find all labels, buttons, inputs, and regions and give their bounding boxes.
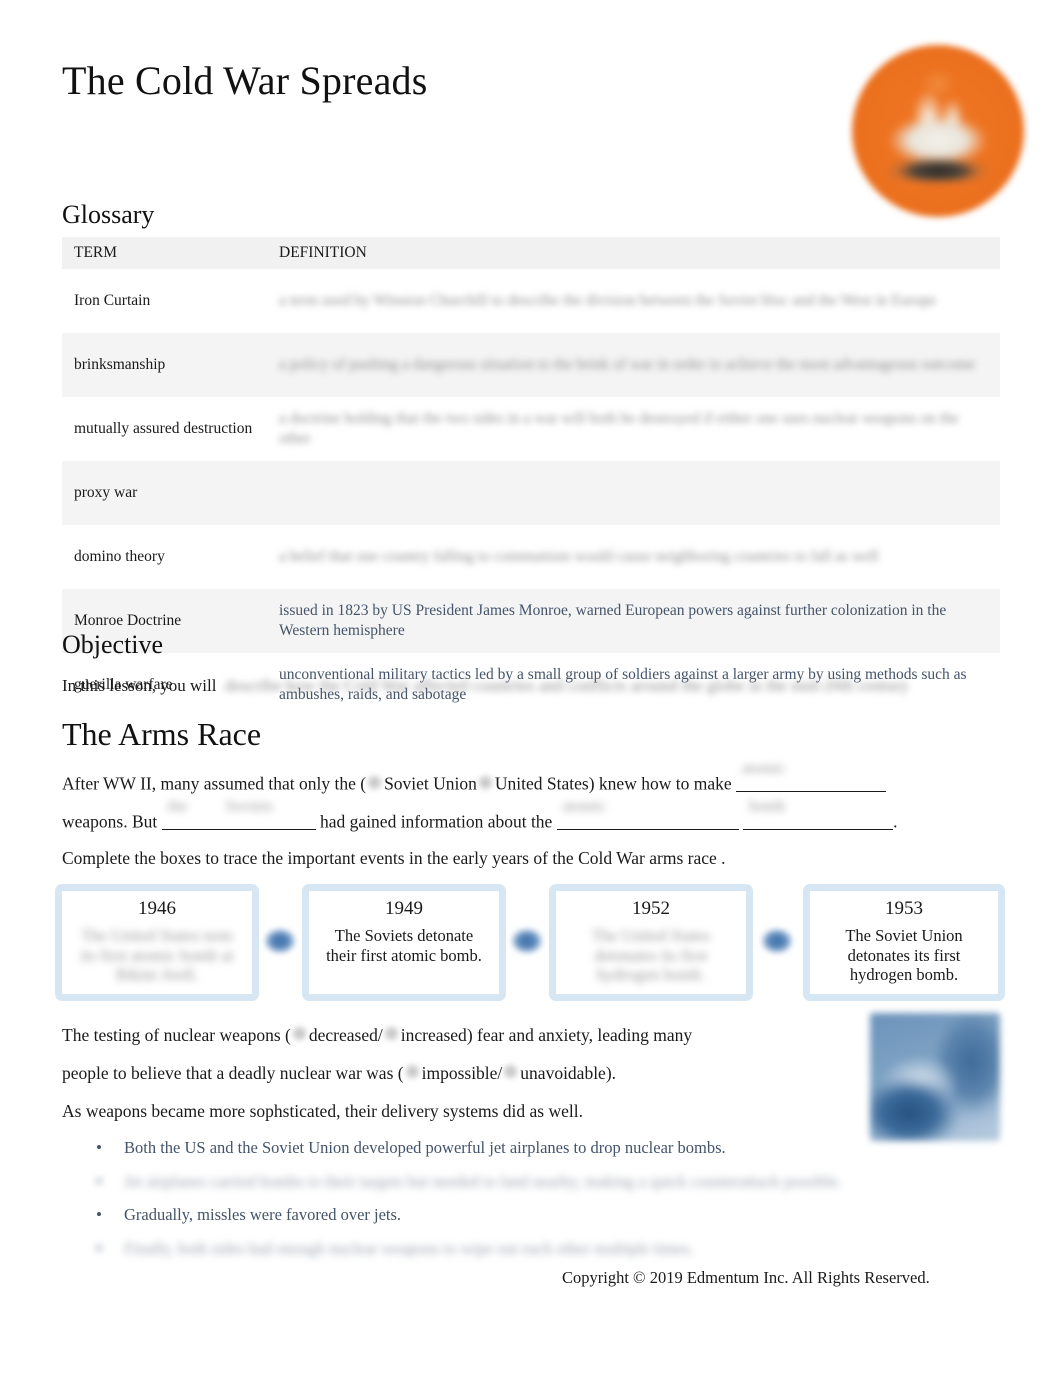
table-header-row: TERM DEFINITION [62,237,1000,269]
redacted-answer-text: Soviets [225,797,273,815]
answer-blank-2[interactable]: the [161,798,220,830]
table-row: Iron Curtain a term used by Winston Chur… [62,268,1000,333]
glossary-definition: a doctrine holding that the two sides in… [267,397,1000,461]
radio-option-icon[interactable] [504,1065,518,1078]
choice-soviet-union[interactable]: Soviet Union [384,774,477,794]
redacted-answer-text: atomic [562,797,607,815]
list-item: Jet airplanes carried bombs to their tar… [62,1171,962,1193]
radio-option-icon[interactable] [478,775,492,789]
timeline-arrow-icon [265,929,295,953]
column-header-definition: DEFINITION [279,244,367,261]
glossary-definition: a term used by Winston Churchill to desc… [267,269,1000,333]
paragraph-text: had gained information about the [320,811,553,832]
paragraph-text: ) fear and anxiety, leading many [466,1025,693,1045]
nuclear-missile-photo [870,1013,1000,1141]
glossary-definition: a belief that one country falling to com… [267,525,1000,589]
redacted-objective-text: describe how the Cold War affected count… [220,676,909,695]
answer-blank-3[interactable]: Soviets [219,798,316,830]
answer-blank-4[interactable]: atomic [556,798,739,830]
redacted-answer-text: the [167,797,188,815]
redacted-definition-text: a doctrine holding that the two sides in… [279,410,959,447]
glossary-term: mutually assured destruction [74,419,253,437]
redacted-answer-text: bomb [749,797,786,815]
edmentum-logo-icon [852,45,1024,217]
logo-image-shape [878,90,998,183]
radio-option-icon[interactable] [384,1027,398,1040]
paragraph-text: . [893,811,898,832]
column-header-term: TERM [74,244,118,261]
timeline-year: 1952 [632,898,670,919]
table-row: Monroe Doctrine issued in 1823 by US Pre… [62,588,1000,653]
arms-race-timeline: 1946 The United States tests its first a… [55,884,1005,1001]
timeline-year: 1949 [385,898,423,919]
answer-blank-1[interactable]: atomic [736,760,886,792]
timeline-instruction: Complete the boxes to trace the importan… [62,848,726,868]
delivery-systems-sentence: As weapons became more sophsticated, the… [62,1101,583,1121]
timeline-body-text: The Soviets detonate their first atomic … [326,925,482,965]
glossary-term: Iron Curtain [74,291,151,309]
redacted-definition-text: a policy of pushing a dangerous situatio… [279,355,976,373]
glossary-definition: a policy of pushing a dangerous situatio… [267,333,1000,397]
table-row: domino theory a belief that one country … [62,524,1000,589]
redacted-definition-text: a term used by Winston Churchill to desc… [279,291,937,309]
redacted-definition-text: a belief that one country falling to com… [279,547,879,565]
timeline-box-1953[interactable]: 1953 The Soviet Union detonates its firs… [803,884,1005,1001]
list-item: Both the US and the Soviet Union develop… [62,1137,962,1159]
timeline-box-1949[interactable]: 1949 The Soviets detonate their first at… [302,884,506,1001]
copyright-footer: Copyright © 2019 Edmentum Inc. All Right… [562,1268,930,1287]
arms-race-paragraph-1-line-1: After WW II, many assumed that only the … [62,760,886,794]
radio-option-icon[interactable] [292,1027,306,1040]
nuclear-testing-line-2: people to believe that a deadly nuclear … [62,1063,617,1083]
redacted-answer-text: atomic [742,759,786,777]
glossary-term: proxy war [74,483,138,501]
objective-statement: In this lesson, you will describe how th… [62,676,909,696]
table-row: mutually assured destruction a doctrine … [62,396,1000,461]
timeline-body-text: The United States detonates its first hy… [591,925,711,985]
paragraph-text: people to believe that a deadly nuclear … [62,1063,404,1083]
glossary-definition: issued in 1823 by US President James Mon… [279,602,947,639]
timeline-year: 1953 [885,898,923,919]
choice-impossible[interactable]: impossible/ [422,1063,503,1083]
objective-heading: Objective [62,630,164,659]
nuclear-testing-line-1: The testing of nuclear weapons ( decrease… [62,1025,693,1045]
glossary-term: domino theory [74,547,165,565]
choice-unavoidable[interactable]: unavoidable [520,1063,606,1083]
paragraph-text: The testing of nuclear weapons ( [62,1025,291,1045]
list-item: Gradually, missles were favored over jet… [62,1204,962,1226]
worksheet-page: The Cold War Spreads Glossary TERM DEFIN… [0,0,1062,1377]
paragraph-text: weapons. But [62,811,158,832]
table-row: brinksmanship a policy of pushing a dang… [62,332,1000,397]
timeline-body-text: The Soviet Union detonates its first hyd… [845,925,963,985]
glossary-heading: Glossary [62,200,155,229]
arms-race-bullet-list: Both the US and the Soviet Union develop… [62,1137,962,1273]
choice-united-states[interactable]: United States [495,774,589,794]
table-row: proxy war [62,460,1000,525]
choice-decreased[interactable]: decreased/ [309,1025,383,1045]
paragraph-text: ) knew how to make [588,773,732,794]
glossary-term: brinksmanship [74,355,166,373]
page-title: The Cold War Spreads [62,58,428,103]
radio-option-icon[interactable] [405,1065,419,1078]
paragraph-text: After WW II, many assumed that only the … [62,773,367,794]
objective-lead-in: In this lesson, you will [62,676,217,695]
paragraph-text: ). [605,1063,617,1083]
answer-blank-5[interactable]: bomb [743,798,894,830]
timeline-body-text: The United States tests its first atomic… [80,925,234,985]
arms-race-heading: The Arms Race [62,716,262,752]
radio-option-icon[interactable] [368,775,382,789]
timeline-year: 1946 [138,898,176,919]
glossary-table: TERM DEFINITION Iron Curtain a term used… [62,237,1000,717]
list-item: Finally, both sides had enough nuclear w… [62,1238,962,1260]
timeline-arrow-icon [762,929,792,953]
timeline-box-1946[interactable]: 1946 The United States tests its first a… [55,884,259,1001]
timeline-box-1952[interactable]: 1952 The United States detonates its fir… [549,884,753,1001]
timeline-arrow-icon [512,929,542,953]
glossary-definition [267,461,1000,525]
arms-race-paragraph-1-line-2: weapons. But the Soviets had gained infor… [62,798,898,832]
choice-increased[interactable]: increased [401,1025,467,1045]
